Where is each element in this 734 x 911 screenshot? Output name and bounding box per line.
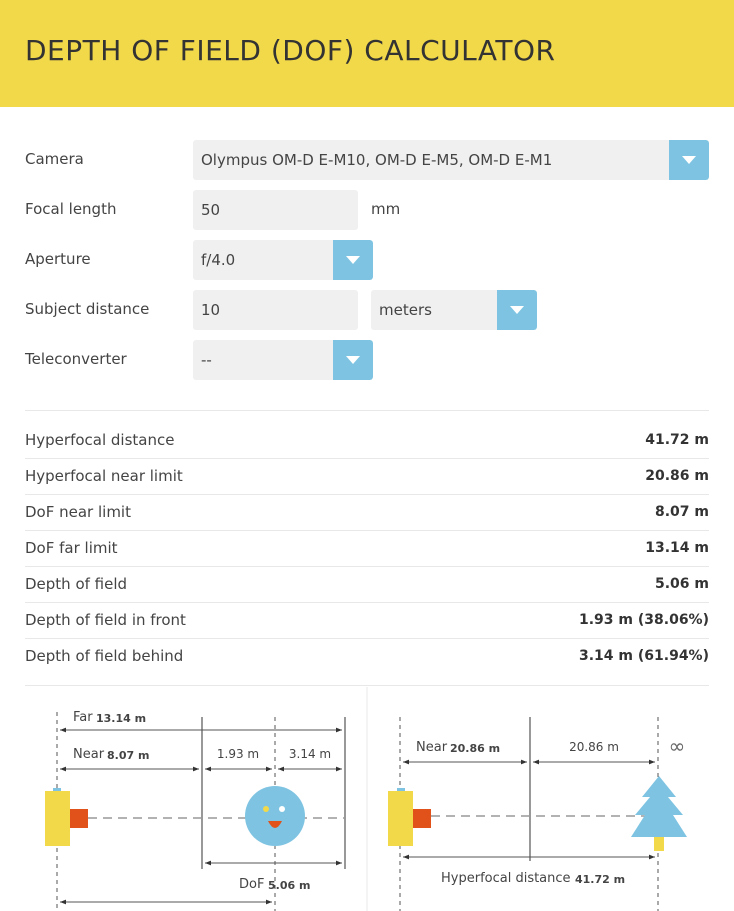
chevron-down-icon[interactable] <box>497 290 537 330</box>
divider <box>25 638 709 639</box>
focal-length-value: 50 <box>201 201 221 219</box>
aperture-label: Aperture <box>25 250 91 268</box>
far-value: 13.14 m <box>96 712 146 725</box>
result-label: Hyperfocal distance <box>25 431 175 449</box>
result-label: DoF far limit <box>25 539 118 557</box>
result-label: Depth of field <box>25 575 128 593</box>
behind-value: 3.14 m <box>289 747 331 761</box>
divider <box>25 494 709 495</box>
aperture-value: f/4.0 <box>201 251 236 269</box>
page-title: DEPTH OF FIELD (DOF) CALCULATOR <box>25 34 556 67</box>
infinity-icon: ∞ <box>669 734 686 758</box>
result-label: DoF near limit <box>25 503 131 521</box>
result-label: Hyperfocal near limit <box>25 467 183 485</box>
camera-label: Camera <box>25 150 84 168</box>
near-value: 8.07 m <box>107 749 149 762</box>
result-label: Depth of field behind <box>25 647 184 665</box>
aperture-select[interactable]: f/4.0 <box>193 240 373 280</box>
camera-icon <box>388 788 431 846</box>
divider <box>25 602 709 603</box>
teleconverter-value: -- <box>201 351 212 369</box>
teleconverter-label: Teleconverter <box>25 350 127 368</box>
divider <box>25 530 709 531</box>
result-value: 5.06 m <box>654 576 709 592</box>
hyper-near-label: Near <box>416 740 448 755</box>
subject-face-icon <box>245 786 305 846</box>
result-value: 20.86 m <box>645 468 709 484</box>
result-value: 8.07 m <box>654 504 709 520</box>
dof-value: 5.06 m <box>268 879 310 892</box>
chevron-down-icon[interactable] <box>669 140 709 180</box>
focal-length-input[interactable]: 50 <box>193 190 358 230</box>
far-label: Far <box>73 710 93 725</box>
hyperfocal-label: Hyperfocal distance <box>441 871 571 886</box>
dof-label: DoF <box>239 877 264 892</box>
tree-icon <box>631 776 687 851</box>
hyper-near-value: 20.86 m <box>450 742 500 755</box>
distance-unit-value: meters <box>379 301 432 319</box>
near-label: Near <box>73 747 105 762</box>
distance-unit-select[interactable]: meters <box>371 290 537 330</box>
result-value: 41.72 m <box>645 432 709 448</box>
result-value: 1.93 m (38.06%) <box>579 612 709 628</box>
result-label: Depth of field in front <box>25 611 186 629</box>
dof-diagram: Far 13.14 m Near 8.07 m 1.93 m 3.14 m Do… <box>45 687 687 911</box>
focal-length-label: Focal length <box>25 200 117 218</box>
subject-distance-label: Subject distance <box>25 300 150 318</box>
divider <box>25 566 709 567</box>
subject-distance-input[interactable]: 10 <box>193 290 358 330</box>
front-value: 1.93 m <box>217 747 259 761</box>
focal-length-unit: mm <box>371 200 401 218</box>
chevron-down-icon[interactable] <box>333 240 373 280</box>
hyperfocal-value: 41.72 m <box>575 873 625 886</box>
subject-distance-value: 10 <box>201 301 221 319</box>
result-value: 3.14 m (61.94%) <box>579 648 709 664</box>
camera-value: Olympus OM-D E-M10, OM-D E-M5, OM-D E-M1 <box>201 151 553 169</box>
camera-icon <box>45 788 88 846</box>
result-value: 13.14 m <box>645 540 709 556</box>
divider <box>25 685 709 686</box>
chevron-down-icon[interactable] <box>333 340 373 380</box>
teleconverter-select[interactable]: -- <box>193 340 373 380</box>
hyper-mid-value: 20.86 m <box>569 740 619 754</box>
divider <box>25 458 709 459</box>
camera-select[interactable]: Olympus OM-D E-M10, OM-D E-M5, OM-D E-M1 <box>193 140 709 180</box>
header: DEPTH OF FIELD (DOF) CALCULATOR <box>0 0 734 107</box>
divider <box>25 410 709 411</box>
